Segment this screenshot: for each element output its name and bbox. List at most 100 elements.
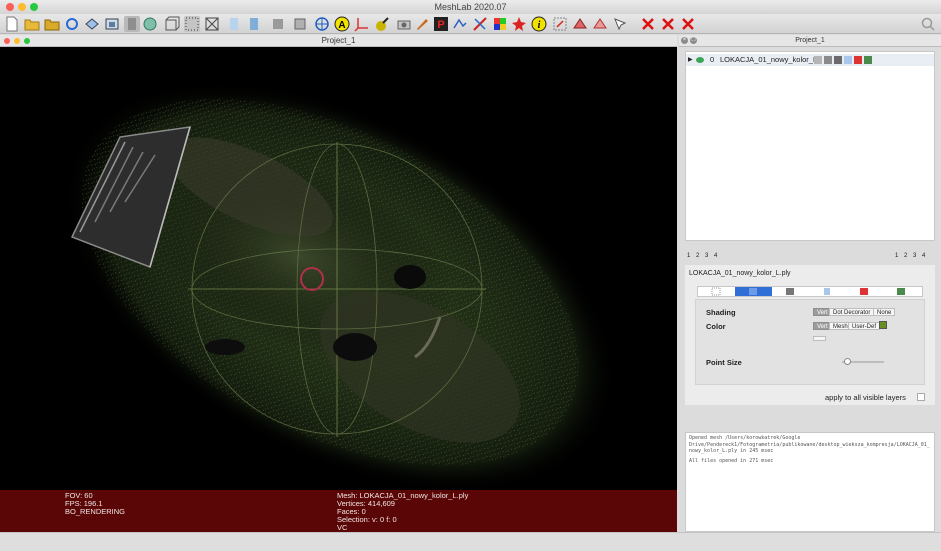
render-info: FOV: 60 FPS: 196.1 BO_RENDERING: [65, 492, 125, 516]
flat-shading-icon[interactable]: [246, 16, 262, 32]
apply-all-label: apply to all visible layers: [825, 393, 906, 402]
layer-decor-icon[interactable]: [864, 56, 872, 64]
shading-dot-decorator-option[interactable]: Dot Decorator: [829, 308, 875, 316]
smooth-shading-icon[interactable]: [270, 16, 286, 32]
layer-row[interactable]: ▶ 0 LOKACJA_01_nowy_kolor_L: [686, 54, 934, 66]
delete-vertices-icon[interactable]: [640, 16, 656, 32]
float-panel-icon[interactable]: □: [690, 37, 697, 44]
meshlab-app: MeshLab 2020.07 A P i Project_1 FOV: 60 …: [0, 0, 941, 551]
point-size-slider[interactable]: [842, 358, 884, 365]
layer-index: 0: [710, 55, 715, 64]
layers-panel-title: Project_1: [795, 37, 825, 44]
georef-icon[interactable]: [511, 16, 527, 32]
view-mode-icon[interactable]: [124, 16, 140, 32]
layer-color-icon[interactable]: [854, 56, 862, 64]
point-cloud: [63, 81, 617, 490]
render-options-box: Shading Vert Dot Decorator None Color Ve…: [695, 299, 925, 385]
tab-decor-icon[interactable]: [883, 287, 920, 296]
tab-2[interactable]: 2: [696, 253, 705, 259]
mesh-info: Mesh: LOKACJA_01_nowy_kolor_L.ply Vertic…: [337, 492, 468, 532]
tab-points-icon[interactable]: [698, 287, 735, 296]
viewport-minimize-button[interactable]: [14, 38, 20, 44]
export-mesh-icon[interactable]: [84, 16, 100, 32]
point-cloud-render: [63, 81, 617, 490]
delete-faces-icon[interactable]: [660, 16, 676, 32]
info-icon[interactable]: i: [531, 16, 547, 32]
zoom-window-button[interactable]: [30, 3, 38, 11]
layer-list: ▶ 0 LOKACJA_01_nowy_kolor_L: [685, 51, 935, 241]
close-window-button[interactable]: [6, 3, 14, 11]
tab-4[interactable]: 4: [922, 253, 931, 259]
snapshot-icon[interactable]: [104, 16, 120, 32]
selection-icon[interactable]: [374, 16, 390, 32]
viewport-titlebar: Project_1: [0, 35, 677, 47]
window-title: MeshLab 2020.07: [434, 2, 507, 12]
user-color-swatch[interactable]: [879, 321, 887, 329]
viewport-close-button[interactable]: [4, 38, 10, 44]
color-user-def-option[interactable]: User-Def: [848, 322, 881, 330]
light-icon[interactable]: [314, 16, 330, 32]
layer-name[interactable]: LOKACJA_01_nowy_kolor_L: [720, 54, 817, 66]
select-connected-icon[interactable]: [592, 16, 608, 32]
tab-4[interactable]: 4: [714, 253, 723, 259]
minimize-window-button[interactable]: [18, 3, 26, 11]
trackball-icon[interactable]: [142, 16, 158, 32]
tab-texture-icon[interactable]: [809, 287, 846, 296]
layer-texture-icon[interactable]: [844, 56, 852, 64]
camera-icon[interactable]: [396, 16, 412, 32]
apply-all-checkbox[interactable]: [917, 393, 925, 401]
render-mode-text: BO_RENDERING: [65, 507, 126, 516]
close-panel-icon[interactable]: ×: [681, 37, 688, 44]
reload-icon[interactable]: [64, 16, 80, 32]
align-icon[interactable]: [452, 16, 468, 32]
log-line: Opened mesh /Users/korowkatrek/Google Dr…: [689, 435, 930, 454]
points-mode-icon[interactable]: [184, 16, 200, 32]
wireframe-icon[interactable]: [204, 16, 220, 32]
tab-numbers-left: 1234: [687, 253, 723, 259]
layer-solid-icon[interactable]: [834, 56, 842, 64]
tab-1[interactable]: 1: [895, 253, 904, 259]
search-icon[interactable]: [920, 16, 936, 32]
render-options-panel: LOKACJA_01_nowy_kolor_L.ply Shading Vert…: [685, 265, 935, 405]
open-folder-icon[interactable]: [24, 16, 40, 32]
tab-3[interactable]: 3: [913, 253, 922, 259]
axis-icon[interactable]: [354, 16, 370, 32]
color-extra-option[interactable]: [813, 336, 826, 341]
shading-none-option[interactable]: None: [873, 308, 896, 316]
select-vertex-icon[interactable]: [552, 16, 568, 32]
layer-wire-icon[interactable]: [824, 56, 832, 64]
paint-icon[interactable]: [414, 16, 430, 32]
delete-selection-icon[interactable]: [680, 16, 696, 32]
tab-solid-icon[interactable]: [735, 287, 772, 296]
expand-arrow-icon[interactable]: ▶: [688, 54, 693, 66]
window-titlebar: MeshLab 2020.07: [0, 0, 941, 14]
tab-1[interactable]: 1: [687, 253, 696, 259]
tab-color-icon[interactable]: [846, 287, 883, 296]
svg-text:P: P: [437, 19, 444, 31]
select-none-icon[interactable]: [612, 16, 628, 32]
color-label: Color: [706, 322, 726, 331]
annotate-a-icon[interactable]: A: [334, 16, 350, 32]
visibility-eye-icon[interactable]: [696, 57, 704, 63]
tab-3[interactable]: 3: [705, 253, 714, 259]
layer-points-icon[interactable]: [814, 56, 822, 64]
new-document-icon[interactable]: [4, 16, 20, 32]
log-console: Opened mesh /Users/korowkatrek/Google Dr…: [685, 432, 935, 532]
viewport-zoom-button[interactable]: [24, 38, 30, 44]
open-project-icon[interactable]: [44, 16, 60, 32]
layers-panel-titlebar: × □ Project_1: [679, 35, 941, 47]
log-line: All files opened in 271 msec: [689, 457, 774, 464]
bbox-icon[interactable]: [164, 16, 180, 32]
texture-icon[interactable]: [292, 16, 308, 32]
pick-points-icon[interactable]: P: [433, 16, 449, 32]
tab-wire-icon[interactable]: [772, 287, 809, 296]
vc-text: VC: [337, 523, 348, 532]
point-size-slider-knob[interactable]: [843, 358, 851, 365]
measure-icon[interactable]: [472, 16, 488, 32]
shading-label: Shading: [706, 308, 736, 317]
tab-2[interactable]: 2: [904, 253, 913, 259]
select-faces-icon[interactable]: [572, 16, 588, 32]
hidden-lines-icon[interactable]: [226, 16, 242, 32]
color-icon[interactable]: [492, 16, 508, 32]
3d-viewport[interactable]: [0, 47, 677, 490]
